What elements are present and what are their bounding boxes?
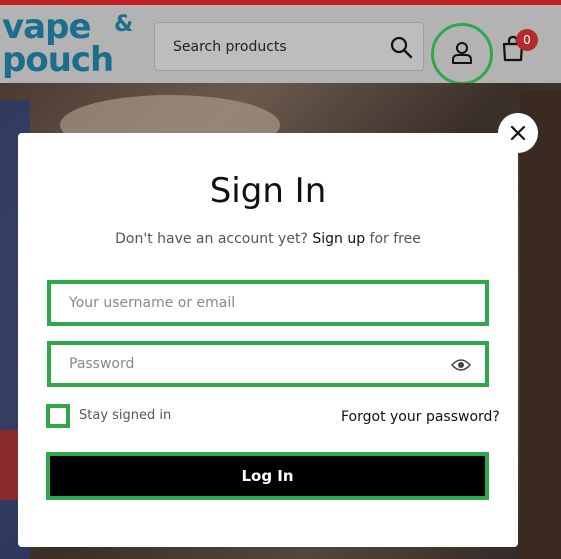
signup-link[interactable]: Sign up (312, 231, 365, 247)
stay-signed-in-label: Stay signed in (79, 408, 172, 423)
sign-in-modal: Sign In Don't have an account yet? Sign … (18, 133, 518, 547)
account-button[interactable] (431, 23, 493, 85)
username-input[interactable] (51, 284, 485, 322)
cart-count-badge: 0 (516, 29, 538, 51)
close-icon (510, 125, 526, 141)
signup-suffix-text: for free (369, 231, 421, 247)
password-input[interactable] (51, 345, 485, 383)
password-field-wrapper (47, 341, 489, 387)
signup-prompt: Don't have an account yet? Sign up for f… (18, 231, 518, 247)
logo-text-top: vape (2, 7, 92, 47)
search-icon[interactable] (389, 35, 413, 59)
search-input[interactable] (155, 23, 385, 70)
modal-title: Sign In (209, 171, 327, 211)
logo-text-bottom: pouch (2, 40, 114, 80)
background-shape (520, 90, 561, 559)
login-button-label: Log In (241, 467, 294, 485)
forgot-password-link[interactable]: Forgot your password? (341, 409, 500, 425)
eye-icon[interactable] (451, 358, 471, 372)
user-icon (452, 42, 472, 64)
logo-ampersand: & (114, 12, 134, 37)
site-logo[interactable]: vape & pouch (2, 10, 147, 82)
search-bar (154, 22, 424, 71)
site-header: vape & pouch 0 (0, 5, 561, 85)
login-button[interactable]: Log In (46, 452, 489, 500)
signup-prefix-text: Don't have an account yet? (115, 231, 308, 247)
stay-signed-in-checkbox[interactable] (46, 404, 70, 428)
username-field-wrapper (47, 280, 489, 326)
close-modal-button[interactable] (498, 113, 538, 153)
